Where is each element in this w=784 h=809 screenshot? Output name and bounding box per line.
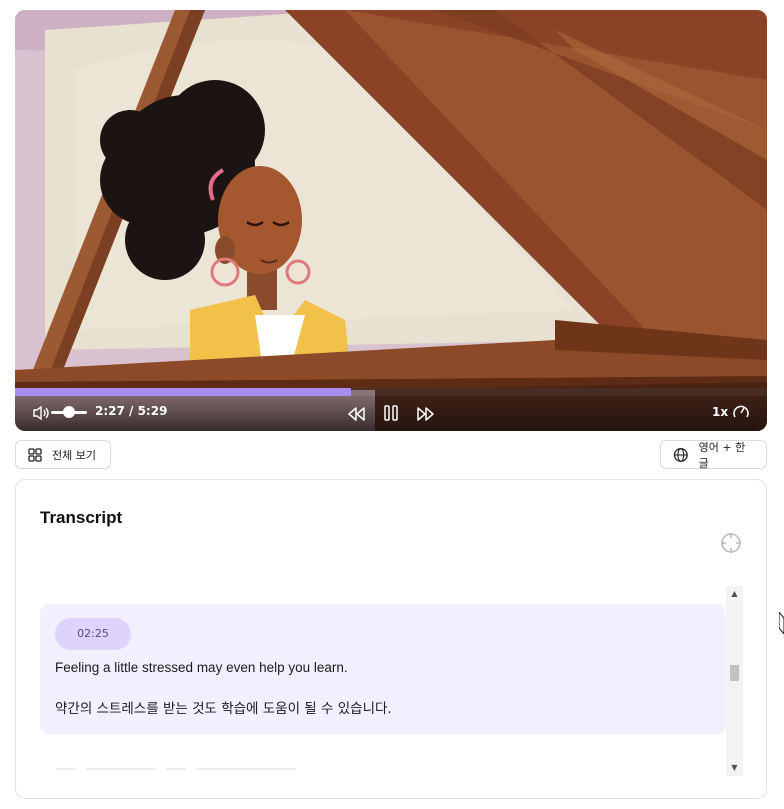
- cue-timestamp-chip[interactable]: 02:25: [55, 618, 131, 650]
- video-controls-bar: 2:27 / 5:29 1x: [15, 396, 767, 431]
- pause-icon[interactable]: [383, 404, 399, 422]
- speed-gauge-icon: [733, 405, 749, 418]
- time-display: 2:27 / 5:29: [95, 404, 168, 418]
- language-label: 영어 + 한글: [698, 440, 746, 470]
- volume-slider[interactable]: [51, 406, 87, 418]
- fullview-label: 전체 보기: [52, 448, 96, 462]
- subtitle-language-button[interactable]: 영어 + 한글: [660, 440, 767, 470]
- volume-icon[interactable]: [33, 405, 51, 421]
- next-cue-preview: [56, 768, 346, 772]
- volume-thumb[interactable]: [63, 406, 75, 418]
- rewind-icon[interactable]: [347, 405, 367, 423]
- fast-forward-icon[interactable]: [415, 405, 435, 423]
- globe-icon: [673, 447, 688, 462]
- transcript-list[interactable]: 02:25 Feeling a little stressed may even…: [40, 586, 743, 776]
- mouse-cursor-icon: [779, 612, 784, 634]
- fullview-button[interactable]: 전체 보기: [15, 440, 111, 469]
- grid-icon: [28, 447, 42, 462]
- transcript-panel: Transcript 02:25 Feeling a little stress…: [15, 479, 767, 799]
- cue-korean-text: 약간의 스트레스를 받는 것도 학습에 도움이 될 수 있습니다.: [55, 701, 392, 717]
- transcript-cue-active[interactable]: 02:25 Feeling a little stressed may even…: [40, 604, 725, 734]
- video-frame-illustration: [15, 10, 767, 431]
- scroll-up-arrow-icon[interactable]: ▲: [726, 586, 743, 602]
- scrollbar-thumb[interactable]: [730, 665, 739, 681]
- cue-english-text: Feeling a little stressed may even help …: [55, 660, 348, 675]
- transcript-title: Transcript: [40, 508, 123, 527]
- crosshair-icon[interactable]: [720, 532, 742, 554]
- video-progress-fill: [15, 388, 352, 396]
- video-player[interactable]: 2:27 / 5:29 1x: [15, 10, 767, 431]
- video-progress-bar[interactable]: [15, 388, 767, 396]
- speed-label: 1x: [712, 405, 729, 419]
- transcript-scrollbar[interactable]: ▲ ▼: [726, 586, 743, 776]
- scroll-down-arrow-icon[interactable]: ▼: [726, 760, 743, 776]
- playback-speed-button[interactable]: 1x: [712, 404, 750, 420]
